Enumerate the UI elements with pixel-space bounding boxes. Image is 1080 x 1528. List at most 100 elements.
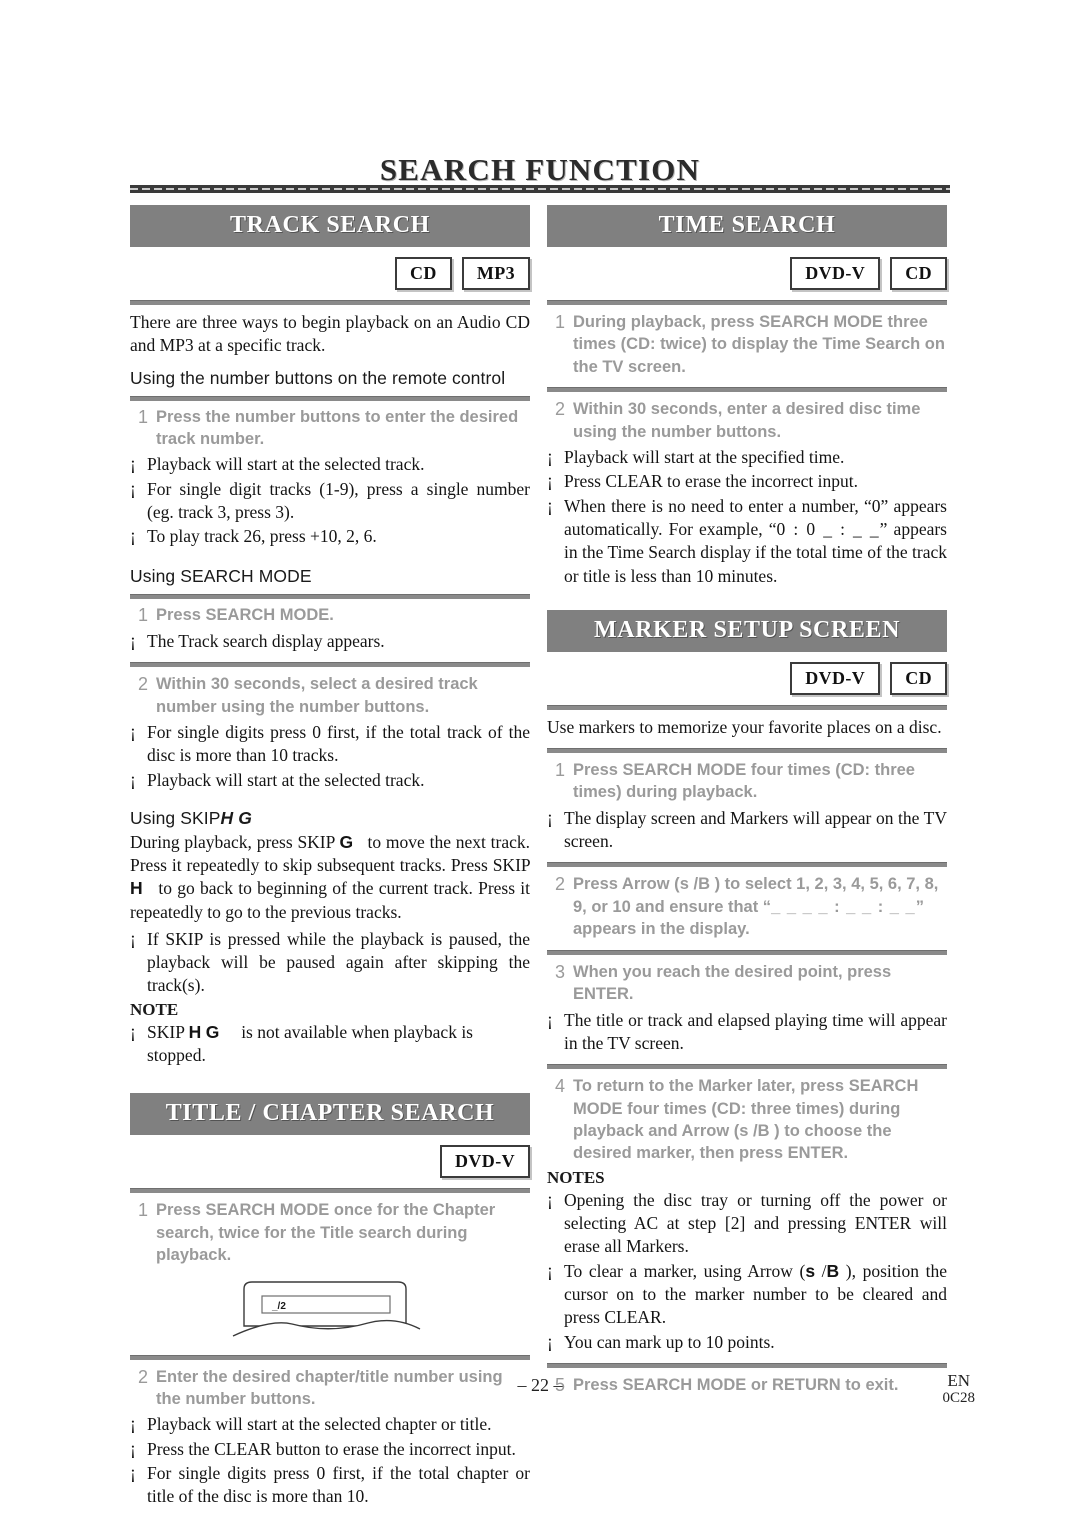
- step-item: 2 Within 30 seconds, enter a desired dis…: [547, 398, 947, 443]
- step-number: 4: [554, 1076, 565, 1097]
- footer-codes: EN 0C28: [942, 1372, 975, 1406]
- divider: [547, 387, 947, 393]
- arrow-left-icon: s: [805, 1260, 816, 1281]
- disc-badge-cd: CD: [890, 661, 947, 695]
- step-text: Press Arrow (s /B ) to select 1, 2, 3, 4…: [573, 873, 947, 940]
- arrow-right-icon: B: [698, 875, 710, 894]
- bullet-text: If SKIP is pressed while the playback is…: [147, 928, 530, 996]
- time-search-display-value: 0 : 0 _ : _ _: [776, 518, 880, 539]
- step-text: Press the number buttons to enter the de…: [156, 407, 519, 448]
- step-number: 1: [137, 406, 148, 427]
- marker-setup-intro: Use markers to memorize your favorite pl…: [547, 716, 942, 737]
- step-text: To return to the Marker later, press SEA…: [573, 1075, 947, 1165]
- bullet-item: ¡ Press the CLEAR button to erase the in…: [130, 1438, 530, 1461]
- bullet-item: ¡ You can mark up to 10 points.: [547, 1331, 947, 1354]
- marker-display-value: _ _ _ _ : _ _ : _ _: [771, 897, 916, 916]
- bullet-marker: ¡: [547, 806, 553, 827]
- skip-prev-icon: H: [188, 1021, 202, 1042]
- title-divider: [130, 185, 950, 193]
- step-text: Press SEARCH MODE once for the Chapter s…: [156, 1201, 496, 1265]
- bullet-text: When there is no need to enter a number,…: [564, 495, 947, 588]
- bullet-item: ¡ Playback will start at the specified t…: [547, 446, 947, 469]
- bullet-marker: ¡: [130, 1413, 136, 1434]
- step-text: Press SEARCH MODE four times (CD: three …: [573, 761, 915, 802]
- step-text: Within 30 seconds, select a desired trac…: [156, 675, 478, 716]
- divider: [547, 1362, 947, 1368]
- divider: [130, 395, 530, 401]
- skip-next-icon: G: [238, 807, 252, 828]
- bullet-text: Playback will start at the selected chap…: [147, 1414, 492, 1435]
- section-header-title-chapter-search: TITLE / CHAPTER SEARCH: [130, 1093, 530, 1136]
- bullet-marker: ¡: [130, 927, 136, 948]
- bullet-marker: ¡: [130, 1461, 136, 1482]
- bullet-marker: ¡: [130, 477, 136, 498]
- bullet-item: ¡ For single digit tracks (1-9), press a…: [130, 478, 530, 525]
- note-label: NOTE: [130, 999, 179, 1019]
- right-column: TIME SEARCH DVD-V CD 1 During playback, …: [547, 205, 947, 1399]
- step-item: 2 Press Arrow (s /B ) to select 1, 2, 3,…: [547, 873, 947, 940]
- subheading-skip-label: Using SKIP: [130, 807, 221, 828]
- bullet-item: ¡ For single digits press 0 first, if th…: [130, 721, 530, 768]
- step-item: 1 Press the number buttons to enter the …: [130, 406, 530, 451]
- bullet-item: ¡ To play track 26, press +10, 2, 6.: [130, 525, 530, 548]
- bullet-text: SKIP H G is not available when playback …: [147, 1021, 530, 1068]
- bullet-marker: ¡: [130, 768, 136, 789]
- bullet-marker: ¡: [130, 629, 136, 650]
- skip-paragraph: During playback, press SKIP G to move th…: [130, 831, 530, 924]
- bullet-marker: ¡: [130, 525, 136, 546]
- disc-badges-track-search: CD MP3: [130, 257, 530, 290]
- divider: [547, 748, 947, 754]
- divider: [130, 300, 530, 305]
- disc-badge-dvd-v: DVD-V: [440, 1145, 530, 1179]
- section-header-marker-setup: MARKER SETUP SCREEN: [547, 609, 947, 652]
- step-number: 1: [554, 312, 565, 332]
- bullet-text: Playback will start at the selected trac…: [147, 454, 425, 475]
- arrow-right-icon: B: [757, 1122, 770, 1141]
- bullet-marker: ¡: [130, 1020, 136, 1041]
- bullet-marker: ¡: [130, 453, 136, 474]
- bullet-item: ¡ For single digits press 0 first, if th…: [130, 1462, 530, 1509]
- skip-next-icon: G: [205, 1021, 220, 1042]
- bullet-marker: ¡: [547, 1259, 553, 1280]
- divider: [547, 1064, 947, 1070]
- disc-badge-cd: CD: [890, 257, 947, 290]
- subheading-skip: Using SKIPH G: [130, 808, 530, 829]
- step-text: When you reach the desired point, press E…: [573, 961, 947, 1006]
- step-text: During playback, press SEARCH MODE three…: [573, 313, 945, 376]
- bullet-item: ¡ If SKIP is pressed while the playback …: [130, 928, 530, 998]
- document-code: 0C28: [942, 1389, 975, 1406]
- bullet-text: Press the CLEAR button to erase the inco…: [147, 1438, 516, 1459]
- disc-badge-mp3: MP3: [461, 257, 530, 290]
- bullet-text: To play track 26, press +10, 2, 6.: [147, 526, 377, 547]
- bullet-text: For single digits press 0 first, if the …: [147, 1462, 530, 1507]
- bullet-text: You can mark up to 10 points.: [564, 1331, 775, 1352]
- bullet-text: The title or track and elapsed playing t…: [564, 1009, 947, 1053]
- divider: [130, 1354, 530, 1360]
- bullet-item: ¡ Playback will start at the selected tr…: [130, 769, 530, 792]
- bullet-marker: ¡: [547, 470, 553, 491]
- tv-display-value: _/2: [271, 1301, 286, 1312]
- bullet-text: For single digit tracks (1-9), press a s…: [147, 478, 530, 522]
- skip-next-icon: G: [339, 831, 354, 852]
- disc-badges-marker-setup: DVD-V CD: [547, 661, 947, 695]
- subheading-number-buttons: Using the number buttons on the remote c…: [130, 367, 506, 388]
- bullet-item: ¡ The display screen and Markers will ap…: [547, 807, 947, 854]
- step2-part-a: Press Arrow (: [573, 875, 680, 894]
- step-item: 4 To return to the Marker later, press S…: [547, 1075, 947, 1165]
- bullet-item: ¡ The title or track and elapsed playing…: [547, 1009, 947, 1056]
- step-text: Within 30 seconds, enter a desired disc …: [573, 400, 921, 441]
- section-header-time-search: TIME SEARCH: [547, 205, 947, 247]
- disc-badges-time-search: DVD-V CD: [547, 257, 947, 290]
- divider: [130, 594, 530, 600]
- bullet-marker: ¡: [130, 1437, 136, 1458]
- skip-prev-icon: H: [130, 878, 143, 899]
- bullet-item: ¡ Playback will start at the selected ch…: [130, 1413, 530, 1436]
- disc-badge-dvd-v: DVD-V: [790, 661, 881, 695]
- track-search-intro: There are three ways to begin playback o…: [130, 312, 530, 356]
- notes-label: NOTES: [547, 1167, 605, 1187]
- bullet-text: Opening the disc tray or turning off the…: [564, 1189, 947, 1257]
- divider: [130, 1188, 530, 1194]
- note-prefix: SKIP: [147, 1021, 185, 1042]
- step-item: 1 Press SEARCH MODE.: [130, 604, 530, 626]
- bullet-marker: ¡: [547, 1330, 553, 1351]
